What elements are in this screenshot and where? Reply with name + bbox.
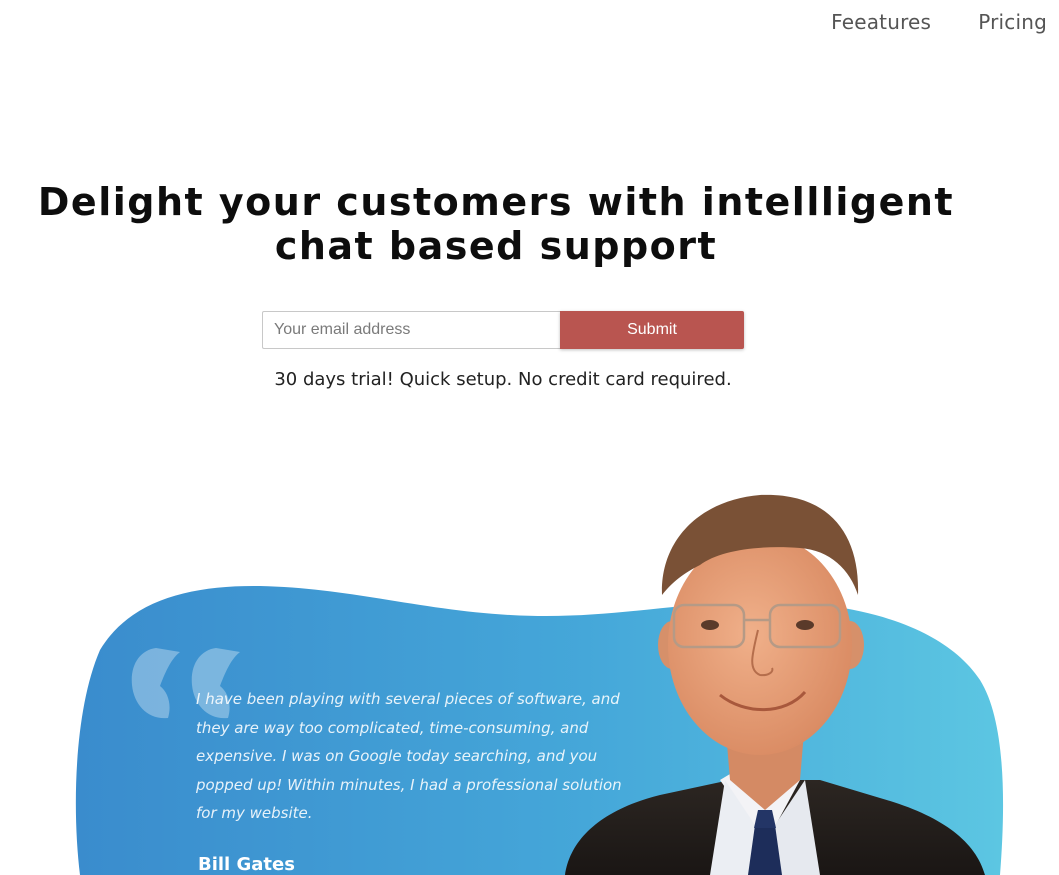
landing-page: Feeatures Pricing Delight your customers… <box>0 0 1059 875</box>
testimonial-quote: I have been playing with several pieces … <box>196 690 622 822</box>
email-input[interactable] <box>262 311 560 349</box>
hero-title-line-1: Delight your customers with intellligent <box>37 180 955 224</box>
testimonial-author: Bill Gates <box>198 854 295 875</box>
testimonial-section: I have been playing with several pieces … <box>60 480 1059 875</box>
submit-button[interactable]: Submit <box>560 311 744 349</box>
nav-link-features[interactable]: Feeatures <box>831 10 931 34</box>
signup-form: Submit <box>262 311 744 349</box>
hero-title: Delight your customers with intellligent… <box>0 180 992 268</box>
top-nav: Feeatures Pricing <box>831 10 1047 34</box>
hero-title-line-2: chat based support <box>274 224 718 268</box>
nav-link-pricing[interactable]: Pricing <box>978 10 1047 34</box>
trial-note: 30 days trial! Quick setup. No credit ca… <box>274 369 732 390</box>
